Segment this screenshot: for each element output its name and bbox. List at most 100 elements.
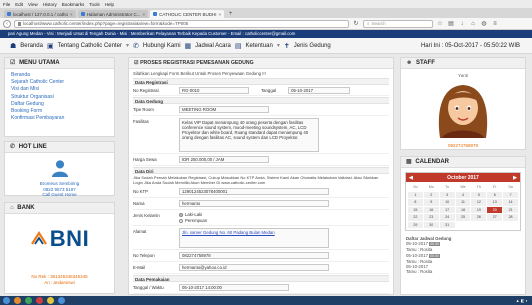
calendar-day[interactable]: 18 xyxy=(455,206,471,213)
tipe-room-field[interactable]: MEETING ROOM xyxy=(179,105,269,113)
star-icon[interactable]: ☆ xyxy=(436,20,444,28)
home-icon[interactable]: ⌂ xyxy=(469,20,477,28)
search-input[interactable]: ⌕ Search xyxy=(363,19,433,28)
app-icon[interactable] xyxy=(36,297,43,304)
calendar-day[interactable]: 25 xyxy=(455,214,471,221)
calendar-day[interactable]: 23 xyxy=(423,214,439,221)
bank-info: No Rek : 361345345345345 An : andarsiswi xyxy=(5,274,114,286)
nav-jadwal[interactable]: Jadwal Acara xyxy=(195,43,231,49)
tanggal-pakai-field[interactable]: 05-10-2017 14:00:00 xyxy=(179,283,289,291)
next-month-icon[interactable]: ▶ xyxy=(513,175,517,181)
nama-field[interactable]: hermanto xyxy=(179,199,329,207)
menu-item-beranda[interactable]: Beranda xyxy=(11,72,108,79)
calendar-day[interactable]: 30 xyxy=(423,221,439,228)
ktp-field[interactable]: 1290124523078400001 xyxy=(179,187,329,195)
nav-jenis-gedung[interactable]: Jenis Gedung xyxy=(294,43,331,49)
calendar-day[interactable]: 5 xyxy=(471,191,487,198)
calendar-day[interactable]: 16 xyxy=(423,206,439,213)
calendar-day[interactable]: 12 xyxy=(471,199,487,206)
tab-phpmyadmin[interactable]: localhost / 127.0.0.1 / catho × xyxy=(4,10,76,18)
calendar-day[interactable]: 21 xyxy=(503,206,518,213)
calendar-day[interactable]: 4 xyxy=(455,191,471,198)
app-icon[interactable] xyxy=(25,297,32,304)
menu-list: Beranda Sejarah Catholic Center Visi dan… xyxy=(5,69,114,125)
staff-phone[interactable]: 082274758978 xyxy=(405,143,521,148)
calendar-day[interactable]: 8 xyxy=(408,199,423,206)
label-no-registrasi: No Registrasi xyxy=(133,87,159,93)
calendar-day[interactable]: 26 xyxy=(471,214,487,221)
menu-view[interactable]: View xyxy=(28,2,38,7)
harga-field[interactable]: IDR 250.000,00 / JAM xyxy=(179,155,269,163)
section-registrasi: Data Registrasi xyxy=(133,78,389,85)
menu-edit[interactable]: Edit xyxy=(15,2,23,7)
calendar-day[interactable]: 17 xyxy=(439,206,455,213)
menu-item-booking[interactable]: Booking Form xyxy=(11,108,108,115)
menu-item-sejarah[interactable]: Sejarah Catholic Center xyxy=(11,79,108,86)
library-icon[interactable]: ▤ xyxy=(447,20,455,28)
tab-close-icon[interactable]: × xyxy=(142,12,145,17)
no-registrasi-field[interactable]: RG-0010 xyxy=(179,86,249,94)
calendar-day[interactable]: 10 xyxy=(439,199,455,206)
back-button[interactable]: ‹ xyxy=(3,19,11,28)
calendar-day[interactable]: 6 xyxy=(487,191,503,198)
system-tray-icon[interactable]: ▲ ◧ ◐ xyxy=(516,298,528,303)
radio-dot-icon xyxy=(179,212,183,217)
calendar-day[interactable]: 31 xyxy=(439,221,455,228)
app-icon[interactable] xyxy=(58,297,65,304)
calendar-day[interactable]: 22 xyxy=(408,214,423,221)
menu-bookmarks[interactable]: Bookmarks xyxy=(62,2,85,7)
nav-tentang[interactable]: Tentang Catholic Center xyxy=(58,43,122,49)
calendar-day[interactable]: 3 xyxy=(439,191,455,198)
menu-item-visi-misi[interactable]: Visi dan Misi xyxy=(11,86,108,93)
reload-icon[interactable]: ↻ xyxy=(352,20,360,28)
calendar-day[interactable]: 14 xyxy=(503,199,518,206)
row-harga: Harga Sewa IDR 250.000,00 / JAM xyxy=(133,154,389,166)
hotline-body: Bromeus Sembiring 0822 9573 5197 Call Gu… xyxy=(5,153,114,202)
calendar-day[interactable]: 19 xyxy=(471,206,487,213)
prev-month-icon[interactable]: ◀ xyxy=(409,175,413,181)
folder-icon[interactable] xyxy=(47,297,54,304)
menu-tools[interactable]: Tools xyxy=(89,2,100,7)
calendar-day[interactable]: 13 xyxy=(487,199,503,206)
fasilitas-field[interactable]: Kelas VIP Dapat menampung 40 orang peser… xyxy=(179,117,319,152)
calendar-day[interactable]: 24 xyxy=(439,214,455,221)
calendar-day-today[interactable]: 20 xyxy=(487,206,503,213)
menu-item-daftar-gedung[interactable]: Daftar Gedung xyxy=(11,101,108,108)
weekday-label: Su xyxy=(408,184,423,191)
calendar-day[interactable]: 9 xyxy=(423,199,439,206)
nav-ketentuan[interactable]: Ketentuan xyxy=(245,43,272,49)
tab-admin[interactable]: Halaman Administrator C... × xyxy=(77,10,149,18)
pocket-icon[interactable]: ◍ xyxy=(480,20,488,28)
hamburger-menu-icon[interactable]: ≡ xyxy=(491,20,499,28)
menu-item-konfirmasi[interactable]: Konfirmasi Pembayaran xyxy=(11,115,108,122)
calendar-day[interactable]: 27 xyxy=(487,214,503,221)
menu-file[interactable]: File xyxy=(3,2,10,7)
calendar-day[interactable]: 11 xyxy=(455,199,471,206)
url-bar[interactable]: localhost/www.catholic.center/index.php?… xyxy=(14,19,349,28)
calendar-day[interactable]: 2 xyxy=(423,191,439,198)
tanggal-field[interactable]: 05-10-2017 xyxy=(288,86,351,94)
tab-close-icon[interactable]: × xyxy=(219,12,222,17)
nav-hubungi[interactable]: Hubungi Kami xyxy=(143,43,181,49)
download-icon[interactable]: ↓ xyxy=(458,20,466,28)
menu-item-struktur[interactable]: Struktur Organisasi xyxy=(11,94,108,101)
email-field[interactable]: hermanto@yahoo.co.id xyxy=(179,263,329,271)
firefox-icon[interactable] xyxy=(14,297,21,304)
panel-heading: ⌂ BANK xyxy=(5,203,114,214)
nav-beranda[interactable]: Beranda xyxy=(20,43,43,49)
calendar-day[interactable]: 28 xyxy=(503,214,518,221)
start-icon[interactable] xyxy=(3,297,10,304)
alamat-field[interactable]: Jln. samer Gedung No. 60 Padang Bulan Me… xyxy=(179,227,329,248)
calendar-day[interactable]: 15 xyxy=(408,206,423,213)
form-intro: Silahkan Lengkapi Form Berikut Untuk Pro… xyxy=(133,71,266,76)
calendar-day[interactable]: 1 xyxy=(408,191,423,198)
new-tab-button[interactable]: + xyxy=(226,10,235,18)
calendar-day[interactable]: 7 xyxy=(503,191,518,198)
calendar-day[interactable]: 29 xyxy=(408,221,423,228)
menu-history[interactable]: History xyxy=(43,2,57,7)
tab-catholic-center[interactable]: CATHOLIC CENTER BUDHI × xyxy=(150,10,225,18)
telepon-field[interactable]: 082274758978 xyxy=(179,251,329,259)
radio-perempuan[interactable]: Perempuan xyxy=(179,218,389,224)
tab-close-icon[interactable]: × xyxy=(70,12,73,17)
menu-help[interactable]: Help xyxy=(105,2,114,7)
